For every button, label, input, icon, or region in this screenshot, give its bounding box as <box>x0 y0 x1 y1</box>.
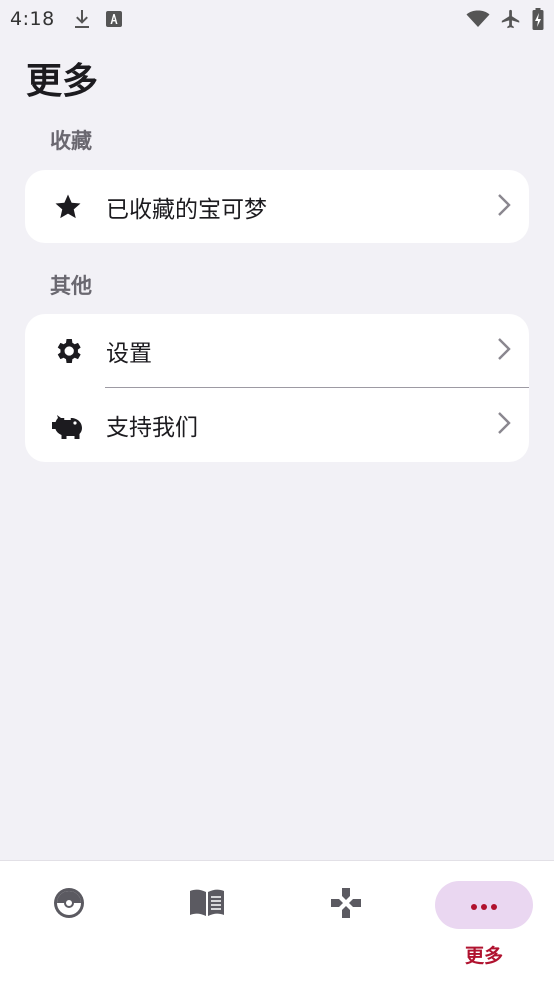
support-us-label: 支持我们 <box>106 415 198 441</box>
font-a-icon <box>105 10 123 28</box>
nav-item-games[interactable] <box>277 861 415 984</box>
settings-item[interactable]: 设置 <box>25 314 529 388</box>
wifi-icon <box>466 10 490 28</box>
star-icon <box>51 190 85 224</box>
chevron-right-icon <box>497 411 511 439</box>
favorites-card: 已收藏的宝可梦 <box>25 170 529 243</box>
section-label-other: 其他 <box>50 274 92 298</box>
nav-active-pill <box>435 881 533 929</box>
status-bar: 4:18 <box>0 0 554 38</box>
nav-item-book[interactable] <box>138 861 276 984</box>
page-title: 更多 <box>26 61 99 102</box>
download-icon <box>73 9 91 29</box>
more-dots-icon <box>470 896 498 915</box>
nav-item-more[interactable]: 更多 <box>415 861 553 984</box>
other-card: 设置 支持我们 <box>25 314 529 462</box>
gamepad-icon <box>329 886 363 924</box>
section-label-favorites: 收藏 <box>50 129 92 153</box>
battery-charging-icon <box>532 8 544 30</box>
favorite-pokemon-label: 已收藏的宝可梦 <box>106 196 267 223</box>
book-icon <box>189 888 225 922</box>
support-us-item[interactable]: 支持我们 <box>25 388 529 462</box>
status-time: 4:18 <box>10 8 55 30</box>
nav-item-pokedex[interactable] <box>0 861 138 984</box>
nav-label-more: 更多 <box>464 945 503 967</box>
chevron-right-icon <box>497 193 511 221</box>
settings-label: 设置 <box>106 341 152 367</box>
pokeball-icon <box>52 886 86 924</box>
bottom-nav: 更多 <box>0 860 554 984</box>
chevron-right-icon <box>497 337 511 365</box>
favorite-pokemon-item[interactable]: 已收藏的宝可梦 <box>25 170 529 243</box>
piggy-bank-icon <box>51 408 85 442</box>
gear-icon <box>51 334 85 368</box>
airplane-icon <box>500 8 522 30</box>
